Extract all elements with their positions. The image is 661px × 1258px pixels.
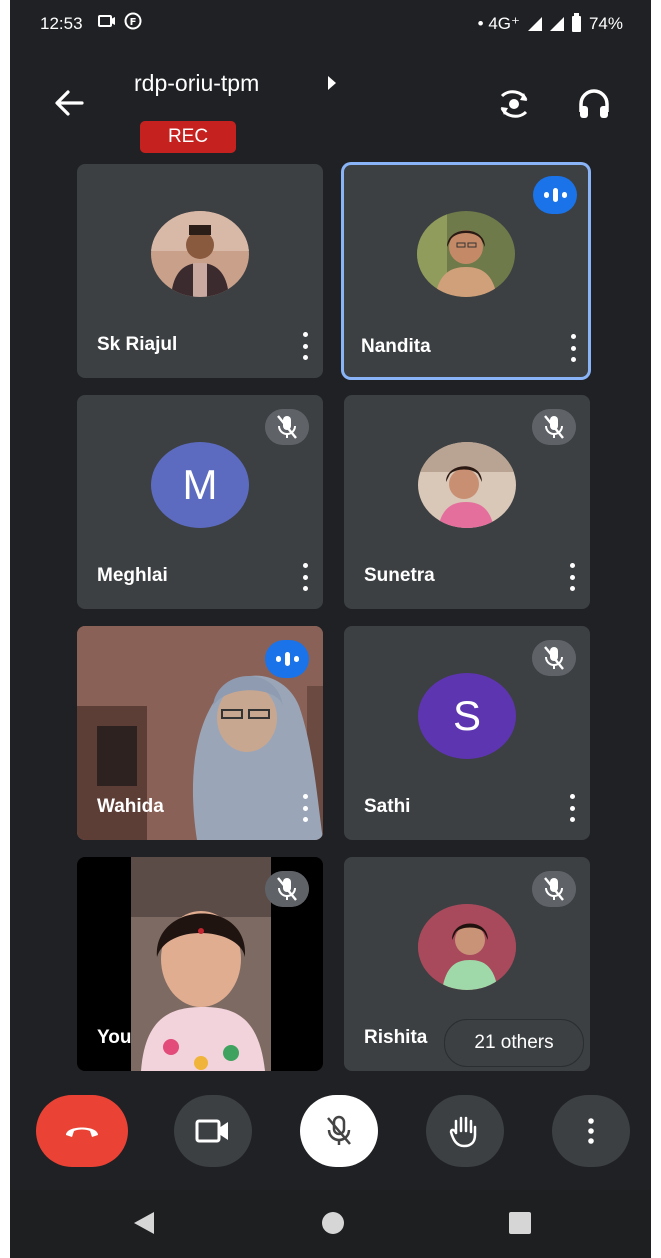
- status-time: 12:53: [40, 14, 83, 33]
- meet-screen: 12:53 F • 4G⁺ 74% rdp-oriu-tpm REC Sk Ri…: [10, 0, 651, 1258]
- data-saver-icon: F: [124, 12, 142, 30]
- mic-muted-icon: [532, 409, 576, 445]
- signal-icon: [527, 17, 542, 31]
- more-vert-icon: [588, 1118, 594, 1144]
- participant-tile[interactable]: Sunetra: [344, 395, 590, 609]
- participant-tile-active[interactable]: Nandita: [341, 162, 591, 380]
- participant-name: Wahida: [97, 796, 164, 817]
- nav-home-icon[interactable]: [320, 1210, 346, 1236]
- more-options-icon[interactable]: [301, 332, 309, 360]
- switch-camera-icon[interactable]: [494, 84, 534, 124]
- chevron-right-icon[interactable]: [328, 76, 336, 90]
- participant-name: Sunetra: [364, 565, 435, 586]
- signal-icon-2: [549, 17, 564, 31]
- headphones-icon[interactable]: [574, 84, 614, 124]
- battery-icon: [571, 13, 581, 32]
- mic-off-icon: [327, 1115, 351, 1145]
- participant-name: Sathi: [364, 796, 411, 817]
- battery-percent: 74%: [588, 14, 623, 33]
- avatar-initial: S: [418, 673, 516, 759]
- nav-recents-icon[interactable]: [508, 1211, 532, 1235]
- more-options-icon[interactable]: [301, 563, 309, 591]
- screen-cast-icon: [98, 15, 115, 27]
- participant-tile[interactable]: Sk Riajul: [77, 164, 323, 378]
- self-video-feed: [131, 857, 271, 1071]
- mic-toggle-button[interactable]: [300, 1095, 378, 1167]
- nav-back-icon[interactable]: [132, 1210, 156, 1236]
- avatar: [418, 904, 516, 990]
- more-options-icon[interactable]: [569, 334, 577, 362]
- avatar: [417, 211, 515, 297]
- more-options-icon[interactable]: [568, 563, 576, 591]
- network-label: • 4G⁺: [477, 14, 520, 33]
- camera-toggle-button[interactable]: [174, 1095, 252, 1167]
- mic-muted-icon: [532, 640, 576, 676]
- mic-muted-icon: [265, 409, 309, 445]
- mic-muted-icon: [265, 871, 309, 907]
- participant-tile[interactable]: M Meghlai: [77, 395, 323, 609]
- others-count-button[interactable]: 21 others: [444, 1019, 584, 1067]
- participant-name: Sk Riajul: [97, 334, 178, 355]
- end-call-button[interactable]: [36, 1095, 128, 1167]
- speaking-indicator-icon: [533, 176, 577, 214]
- video-camera-icon: [195, 1119, 228, 1143]
- back-arrow-icon[interactable]: [52, 86, 86, 120]
- participant-name: Nandita: [361, 336, 431, 357]
- hang-up-icon: [66, 1127, 98, 1137]
- mic-muted-icon: [532, 871, 576, 907]
- more-options-button[interactable]: [552, 1095, 630, 1167]
- svg-text:F: F: [130, 17, 137, 28]
- participant-name: Rishita: [364, 1027, 428, 1048]
- status-bar: 12:53 F • 4G⁺ 74%: [10, 0, 651, 48]
- more-options-icon[interactable]: [568, 794, 576, 822]
- participant-tile-video[interactable]: Wahida: [77, 626, 323, 840]
- more-options-icon[interactable]: [301, 794, 309, 822]
- participant-tile-self[interactable]: You: [77, 857, 323, 1071]
- meeting-title[interactable]: rdp-oriu-tpm: [134, 70, 259, 97]
- recording-badge: REC: [140, 121, 236, 153]
- participant-tile[interactable]: S Sathi: [344, 626, 590, 840]
- hand-icon: [449, 1116, 477, 1148]
- participant-name: Meghlai: [97, 565, 168, 586]
- avatar: [418, 442, 516, 528]
- participant-name: You: [97, 1027, 132, 1048]
- avatar-initial: M: [151, 442, 249, 528]
- system-nav-bar: [10, 1190, 651, 1258]
- avatar: [151, 211, 249, 297]
- raise-hand-button[interactable]: [426, 1095, 504, 1167]
- speaking-indicator-icon: [265, 640, 309, 678]
